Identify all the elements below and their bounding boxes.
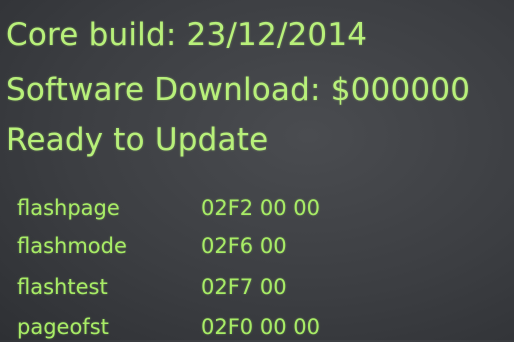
register-name: flashpage bbox=[17, 196, 120, 220]
register-name: flashmode bbox=[17, 234, 127, 258]
register-row-pageofst: pageofst 02F0 00 00 bbox=[0, 312, 514, 342]
register-row-flashtest: flashtest 02F7 00 bbox=[0, 272, 514, 302]
register-value: 02F0 00 00 bbox=[201, 315, 320, 339]
software-download-text: Software Download: $000000 bbox=[6, 72, 471, 108]
register-value: 02F6 00 bbox=[201, 234, 287, 258]
register-row-flashmode: flashmode 02F6 00 bbox=[0, 231, 514, 261]
update-screen: Core build: 23/12/2014 Software Download… bbox=[0, 0, 514, 340]
ready-status-text: Ready to Update bbox=[6, 122, 269, 158]
register-row-flashpage: flashpage 02F2 00 00 bbox=[0, 193, 514, 223]
core-build-text: Core build: 23/12/2014 bbox=[6, 17, 368, 53]
register-name: pageofst bbox=[17, 315, 109, 339]
register-value: 02F2 00 00 bbox=[201, 196, 320, 220]
register-value: 02F7 00 bbox=[201, 275, 287, 299]
register-name: flashtest bbox=[17, 275, 108, 299]
